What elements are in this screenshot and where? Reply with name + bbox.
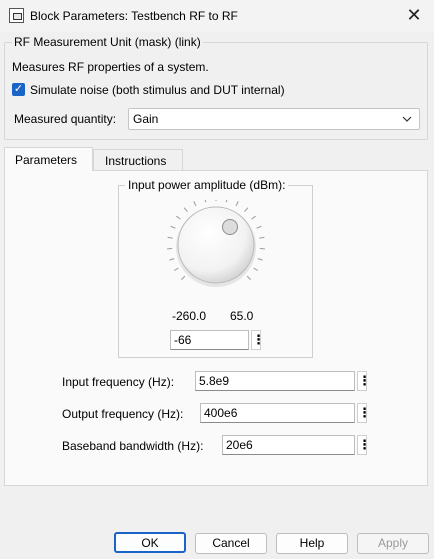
knob-dial[interactable] bbox=[177, 206, 255, 284]
mask-description: Measures RF properties of a system. bbox=[12, 60, 209, 74]
knob-min-label: -260.0 bbox=[172, 309, 207, 323]
baseband-bandwidth-menu-icon[interactable]: ⋮ bbox=[357, 435, 371, 455]
knob-tick bbox=[235, 201, 239, 207]
knob-tick bbox=[259, 236, 265, 239]
knob-tick bbox=[256, 225, 262, 229]
measured-quantity-value: Gain bbox=[133, 112, 159, 126]
knob-tick bbox=[180, 275, 186, 281]
input-frequency-field[interactable]: 5.8e9 bbox=[195, 371, 355, 391]
knob-tick bbox=[251, 215, 256, 220]
cancel-button[interactable]: Cancel bbox=[195, 533, 267, 554]
tab-instructions[interactable]: Instructions bbox=[93, 149, 183, 171]
window-title: Block Parameters: Testbench RF to RF bbox=[30, 9, 238, 23]
knob-tick bbox=[204, 200, 207, 203]
knob-tick bbox=[169, 258, 175, 261]
knob-tick bbox=[167, 236, 173, 239]
simulate-noise-checkbox[interactable]: ✓ bbox=[12, 83, 25, 96]
knob-indicator bbox=[222, 219, 238, 235]
input-frequency-menu-icon[interactable]: ⋮ bbox=[357, 371, 371, 391]
knob-tick bbox=[225, 200, 228, 203]
power-knob[interactable] bbox=[162, 200, 270, 308]
knob-tick bbox=[244, 207, 249, 212]
knob-value-field[interactable]: -66 bbox=[170, 330, 249, 350]
input-frequency-value: 5.8e9 bbox=[199, 374, 230, 388]
knob-tick bbox=[253, 267, 259, 272]
knob-tick bbox=[170, 225, 176, 229]
tab-parameters[interactable]: Parameters bbox=[4, 147, 93, 171]
output-frequency-field[interactable]: 400e6 bbox=[200, 403, 355, 423]
output-frequency-label: Output frequency (Hz): bbox=[62, 407, 184, 421]
knob-tick bbox=[246, 275, 252, 281]
apply-button[interactable]: Apply bbox=[357, 533, 429, 554]
baseband-bandwidth-value: 20e6 bbox=[226, 438, 253, 452]
block-parameters-icon bbox=[9, 8, 24, 23]
baseband-bandwidth-field[interactable]: 20e6 bbox=[222, 435, 355, 455]
knob-tick bbox=[176, 215, 181, 220]
help-button[interactable]: Help bbox=[276, 533, 348, 554]
knob-title: Input power amplitude (dBm): bbox=[125, 178, 289, 192]
simulate-noise-label[interactable]: Simulate noise (both stimulus and DUT in… bbox=[30, 83, 285, 97]
knob-tick bbox=[173, 267, 179, 272]
ok-button[interactable]: OK bbox=[114, 532, 186, 553]
baseband-bandwidth-label: Baseband bandwidth (Hz): bbox=[62, 439, 204, 453]
knob-value: -66 bbox=[174, 333, 192, 347]
knob-value-menu-icon[interactable]: ⋮ bbox=[251, 330, 265, 350]
tab-instructions-label: Instructions bbox=[105, 154, 167, 168]
knob-tick bbox=[183, 207, 188, 212]
knob-max-label: 65.0 bbox=[230, 309, 254, 323]
knob-tick bbox=[193, 201, 197, 207]
knob-tick bbox=[257, 258, 263, 261]
mask-group-label: RF Measurement Unit (mask) (link) bbox=[12, 35, 203, 49]
measured-quantity-dropdown[interactable]: Gain bbox=[128, 108, 420, 130]
output-frequency-value: 400e6 bbox=[204, 406, 238, 420]
tab-parameters-label: Parameters bbox=[15, 153, 78, 167]
title-bar: Block Parameters: Testbench RF to RF ✕ bbox=[0, 0, 434, 32]
output-frequency-menu-icon[interactable]: ⋮ bbox=[357, 403, 371, 423]
chevron-down-icon bbox=[401, 111, 413, 130]
measured-quantity-label: Measured quantity: bbox=[14, 112, 117, 126]
input-frequency-label: Input frequency (Hz): bbox=[62, 375, 175, 389]
close-icon[interactable]: ✕ bbox=[402, 4, 426, 26]
